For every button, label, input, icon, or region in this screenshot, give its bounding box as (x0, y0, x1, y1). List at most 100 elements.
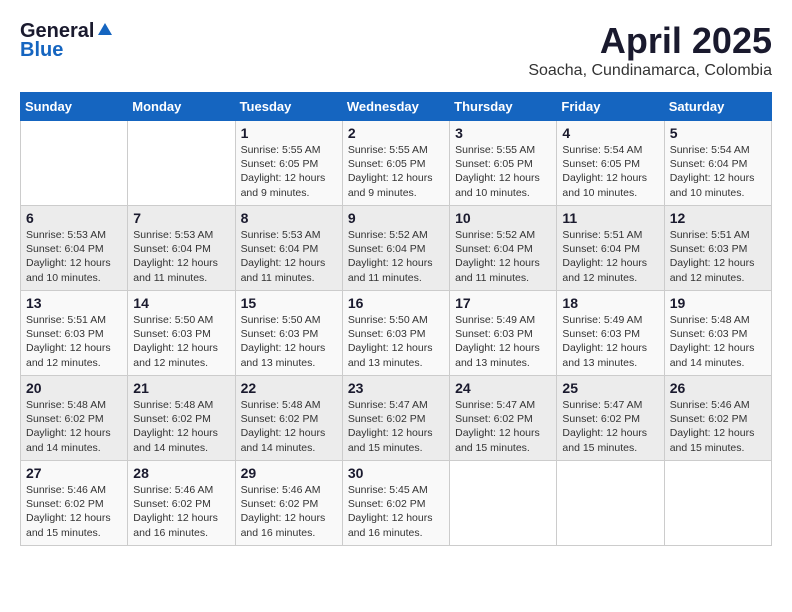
day-number: 5 (670, 125, 766, 141)
logo-blue-text: Blue (20, 39, 63, 62)
calendar-cell: 21 Sunrise: 5:48 AM Sunset: 6:02 PM Dayli… (128, 376, 235, 461)
day-detail: Sunrise: 5:46 AM Sunset: 6:02 PM Dayligh… (670, 398, 766, 455)
day-detail: Sunrise: 5:55 AM Sunset: 6:05 PM Dayligh… (455, 143, 551, 200)
day-number: 3 (455, 125, 551, 141)
calendar-cell: 3 Sunrise: 5:55 AM Sunset: 6:05 PM Daylig… (450, 121, 557, 206)
logo: General Blue (20, 20, 114, 62)
day-detail: Sunrise: 5:48 AM Sunset: 6:03 PM Dayligh… (670, 313, 766, 370)
day-detail: Sunrise: 5:47 AM Sunset: 6:02 PM Dayligh… (562, 398, 658, 455)
day-number: 4 (562, 125, 658, 141)
calendar-cell: 17 Sunrise: 5:49 AM Sunset: 6:03 PM Dayli… (450, 291, 557, 376)
calendar-cell: 27Sunrise: 5:46 AM Sunset: 6:02 PM Dayli… (21, 461, 128, 546)
col-header-wednesday: Wednesday (342, 93, 449, 121)
day-number: 2 (348, 125, 444, 141)
day-number: 17 (455, 295, 551, 311)
day-detail: Sunrise: 5:45 AM Sunset: 6:02 PM Dayligh… (348, 483, 444, 540)
week-row-5: 27Sunrise: 5:46 AM Sunset: 6:02 PM Dayli… (21, 461, 772, 546)
day-number: 28 (133, 465, 229, 481)
day-number: 13 (26, 295, 122, 311)
day-number: 12 (670, 210, 766, 226)
day-number: 20 (26, 380, 122, 396)
calendar-cell: 6Sunrise: 5:53 AM Sunset: 6:04 PM Daylig… (21, 206, 128, 291)
day-number: 29 (241, 465, 337, 481)
header-row: SundayMondayTuesdayWednesdayThursdayFrid… (21, 93, 772, 121)
day-detail: Sunrise: 5:53 AM Sunset: 6:04 PM Dayligh… (241, 228, 337, 285)
calendar-cell (450, 461, 557, 546)
calendar-cell: 5 Sunrise: 5:54 AM Sunset: 6:04 PM Daylig… (664, 121, 771, 206)
week-row-3: 13 Sunrise: 5:51 AM Sunset: 6:03 PM Dayli… (21, 291, 772, 376)
col-header-sunday: Sunday (21, 93, 128, 121)
calendar-cell: 10 Sunrise: 5:52 AM Sunset: 6:04 PM Dayli… (450, 206, 557, 291)
col-header-monday: Monday (128, 93, 235, 121)
day-detail: Sunrise: 5:51 AM Sunset: 6:03 PM Dayligh… (670, 228, 766, 285)
calendar-cell: 24 Sunrise: 5:47 AM Sunset: 6:02 PM Dayli… (450, 376, 557, 461)
calendar-cell (128, 121, 235, 206)
calendar-subtitle: Soacha, Cundinamarca, Colombia (528, 62, 772, 80)
day-detail: Sunrise: 5:47 AM Sunset: 6:02 PM Dayligh… (455, 398, 551, 455)
day-number: 19 (670, 295, 766, 311)
calendar-cell: 4 Sunrise: 5:54 AM Sunset: 6:05 PM Daylig… (557, 121, 664, 206)
day-detail: Sunrise: 5:55 AM Sunset: 6:05 PM Dayligh… (241, 143, 337, 200)
day-number: 7 (133, 210, 229, 226)
day-number: 21 (133, 380, 229, 396)
calendar-cell: 15 Sunrise: 5:50 AM Sunset: 6:03 PM Dayli… (235, 291, 342, 376)
day-detail: Sunrise: 5:46 AM Sunset: 6:02 PM Dayligh… (133, 483, 229, 540)
day-detail: Sunrise: 5:49 AM Sunset: 6:03 PM Dayligh… (562, 313, 658, 370)
week-row-1: 1 Sunrise: 5:55 AM Sunset: 6:05 PM Daylig… (21, 121, 772, 206)
day-number: 9 (348, 210, 444, 226)
calendar-cell: 9 Sunrise: 5:52 AM Sunset: 6:04 PM Daylig… (342, 206, 449, 291)
calendar-cell: 29 Sunrise: 5:46 AM Sunset: 6:02 PM Dayli… (235, 461, 342, 546)
day-detail: Sunrise: 5:52 AM Sunset: 6:04 PM Dayligh… (455, 228, 551, 285)
day-detail: Sunrise: 5:51 AM Sunset: 6:03 PM Dayligh… (26, 313, 122, 370)
day-number: 26 (670, 380, 766, 396)
calendar-cell: 11 Sunrise: 5:51 AM Sunset: 6:04 PM Dayli… (557, 206, 664, 291)
calendar-cell: 22 Sunrise: 5:48 AM Sunset: 6:02 PM Dayli… (235, 376, 342, 461)
day-detail: Sunrise: 5:50 AM Sunset: 6:03 PM Dayligh… (133, 313, 229, 370)
calendar-cell (21, 121, 128, 206)
calendar-cell: 19 Sunrise: 5:48 AM Sunset: 6:03 PM Dayli… (664, 291, 771, 376)
day-detail: Sunrise: 5:51 AM Sunset: 6:04 PM Dayligh… (562, 228, 658, 285)
calendar-cell: 25 Sunrise: 5:47 AM Sunset: 6:02 PM Dayli… (557, 376, 664, 461)
day-detail: Sunrise: 5:52 AM Sunset: 6:04 PM Dayligh… (348, 228, 444, 285)
day-number: 22 (241, 380, 337, 396)
day-number: 24 (455, 380, 551, 396)
title-section: April 2025 Soacha, Cundinamarca, Colombi… (528, 20, 772, 80)
calendar-cell: 16Sunrise: 5:50 AM Sunset: 6:03 PM Dayli… (342, 291, 449, 376)
day-detail: Sunrise: 5:46 AM Sunset: 6:02 PM Dayligh… (241, 483, 337, 540)
day-detail: Sunrise: 5:53 AM Sunset: 6:04 PM Dayligh… (133, 228, 229, 285)
day-number: 15 (241, 295, 337, 311)
day-number: 8 (241, 210, 337, 226)
calendar-cell: 13 Sunrise: 5:51 AM Sunset: 6:03 PM Dayli… (21, 291, 128, 376)
week-row-2: 6Sunrise: 5:53 AM Sunset: 6:04 PM Daylig… (21, 206, 772, 291)
calendar-cell: 2Sunrise: 5:55 AM Sunset: 6:05 PM Daylig… (342, 121, 449, 206)
day-detail: Sunrise: 5:53 AM Sunset: 6:04 PM Dayligh… (26, 228, 122, 285)
day-number: 10 (455, 210, 551, 226)
day-number: 11 (562, 210, 658, 226)
day-detail: Sunrise: 5:48 AM Sunset: 6:02 PM Dayligh… (133, 398, 229, 455)
day-number: 14 (133, 295, 229, 311)
day-detail: Sunrise: 5:50 AM Sunset: 6:03 PM Dayligh… (241, 313, 337, 370)
day-detail: Sunrise: 5:50 AM Sunset: 6:03 PM Dayligh… (348, 313, 444, 370)
day-number: 25 (562, 380, 658, 396)
col-header-tuesday: Tuesday (235, 93, 342, 121)
day-detail: Sunrise: 5:49 AM Sunset: 6:03 PM Dayligh… (455, 313, 551, 370)
day-detail: Sunrise: 5:54 AM Sunset: 6:04 PM Dayligh… (670, 143, 766, 200)
day-detail: Sunrise: 5:48 AM Sunset: 6:02 PM Dayligh… (26, 398, 122, 455)
calendar-cell: 14 Sunrise: 5:50 AM Sunset: 6:03 PM Dayli… (128, 291, 235, 376)
logo-icon (96, 21, 114, 39)
calendar-cell: 28 Sunrise: 5:46 AM Sunset: 6:02 PM Dayli… (128, 461, 235, 546)
week-row-4: 20 Sunrise: 5:48 AM Sunset: 6:02 PM Dayli… (21, 376, 772, 461)
calendar-title: April 2025 (528, 20, 772, 62)
calendar-table: SundayMondayTuesdayWednesdayThursdayFrid… (20, 92, 772, 546)
day-detail: Sunrise: 5:54 AM Sunset: 6:05 PM Dayligh… (562, 143, 658, 200)
day-detail: Sunrise: 5:48 AM Sunset: 6:02 PM Dayligh… (241, 398, 337, 455)
day-number: 30 (348, 465, 444, 481)
col-header-friday: Friday (557, 93, 664, 121)
calendar-cell: 26 Sunrise: 5:46 AM Sunset: 6:02 PM Dayli… (664, 376, 771, 461)
calendar-cell (664, 461, 771, 546)
calendar-cell: 30 Sunrise: 5:45 AM Sunset: 6:02 PM Dayli… (342, 461, 449, 546)
calendar-cell: 18Sunrise: 5:49 AM Sunset: 6:03 PM Dayli… (557, 291, 664, 376)
day-number: 23 (348, 380, 444, 396)
header: General Blue April 2025 Soacha, Cundinam… (20, 20, 772, 80)
day-number: 1 (241, 125, 337, 141)
